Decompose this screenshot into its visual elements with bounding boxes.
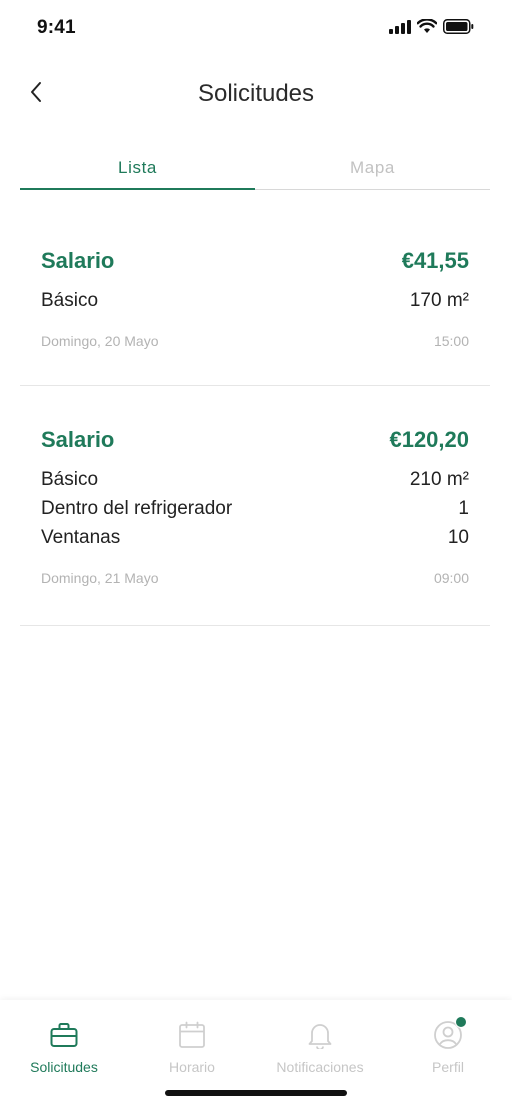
request-meta: Domingo, 21 Mayo 09:00: [41, 570, 469, 586]
service-item-name: Dentro del refrigerador: [41, 498, 233, 519]
tabbar-item-notificaciones[interactable]: Notificaciones: [256, 1020, 384, 1075]
service-item-value: 210 m²: [409, 469, 469, 490]
status-icons: [389, 18, 474, 39]
tabbar-label: Solicitudes: [30, 1059, 98, 1075]
tabbar-item-horario[interactable]: Horario: [128, 1020, 256, 1075]
tabbar-item-solicitudes[interactable]: Solicitudes: [0, 1020, 128, 1075]
tabbar-label: Horario: [169, 1059, 215, 1075]
request-date: Domingo, 21 Mayo: [41, 570, 159, 586]
card-header: Salario €41,55: [41, 248, 469, 274]
service-item-value: 1: [458, 498, 469, 519]
navigation-bar: Solicitudes: [0, 70, 512, 120]
request-card[interactable]: Salario €120,20 Básico 210 m² Dentro del…: [20, 427, 490, 626]
segmented-tabs: Lista Mapa: [20, 152, 490, 190]
service-item: Ventanas 10: [41, 523, 469, 552]
tabbar-item-perfil[interactable]: Perfil: [384, 1016, 512, 1075]
request-price: €41,55: [401, 248, 469, 273]
request-time: 09:00: [433, 570, 469, 586]
service-item-name: Básico: [41, 290, 99, 311]
request-title: Salario: [41, 427, 115, 452]
request-time: 15:00: [433, 333, 469, 349]
calendar-icon: [177, 1020, 207, 1050]
briefcase-icon: [49, 1020, 79, 1050]
cellular-signal-icon: [389, 19, 411, 39]
service-item-name: Básico: [41, 469, 99, 490]
profile-icon: [433, 1016, 467, 1050]
notification-badge: [455, 1016, 467, 1028]
service-item: Básico 210 m²: [41, 465, 469, 494]
bell-icon: [305, 1020, 335, 1050]
status-time: 9:41: [37, 17, 76, 38]
request-price: €120,20: [389, 427, 469, 452]
status-bar: 9:41: [0, 0, 512, 56]
request-meta: Domingo, 20 Mayo 15:00: [41, 333, 469, 349]
tab-lista[interactable]: Lista: [20, 152, 255, 190]
service-item-name: Ventanas: [41, 527, 121, 548]
page-title: Solicitudes: [197, 80, 315, 107]
tab-mapa[interactable]: Mapa: [255, 152, 490, 189]
service-item-value: 170 m²: [409, 290, 469, 311]
request-title: Salario: [41, 248, 115, 273]
request-date: Domingo, 20 Mayo: [41, 333, 159, 349]
home-indicator: [165, 1090, 347, 1096]
service-item: Dentro del refrigerador 1: [41, 494, 469, 523]
service-item: Básico 170 m²: [41, 286, 469, 315]
tabbar-label: Notificaciones: [276, 1059, 364, 1075]
service-item-value: 10: [447, 527, 469, 548]
wifi-icon: [416, 18, 438, 39]
battery-icon: [443, 19, 474, 39]
tabbar-label: Perfil: [432, 1059, 464, 1075]
request-card[interactable]: Salario €41,55 Básico 170 m² Domingo, 20…: [20, 248, 490, 386]
card-header: Salario €120,20: [41, 427, 469, 453]
